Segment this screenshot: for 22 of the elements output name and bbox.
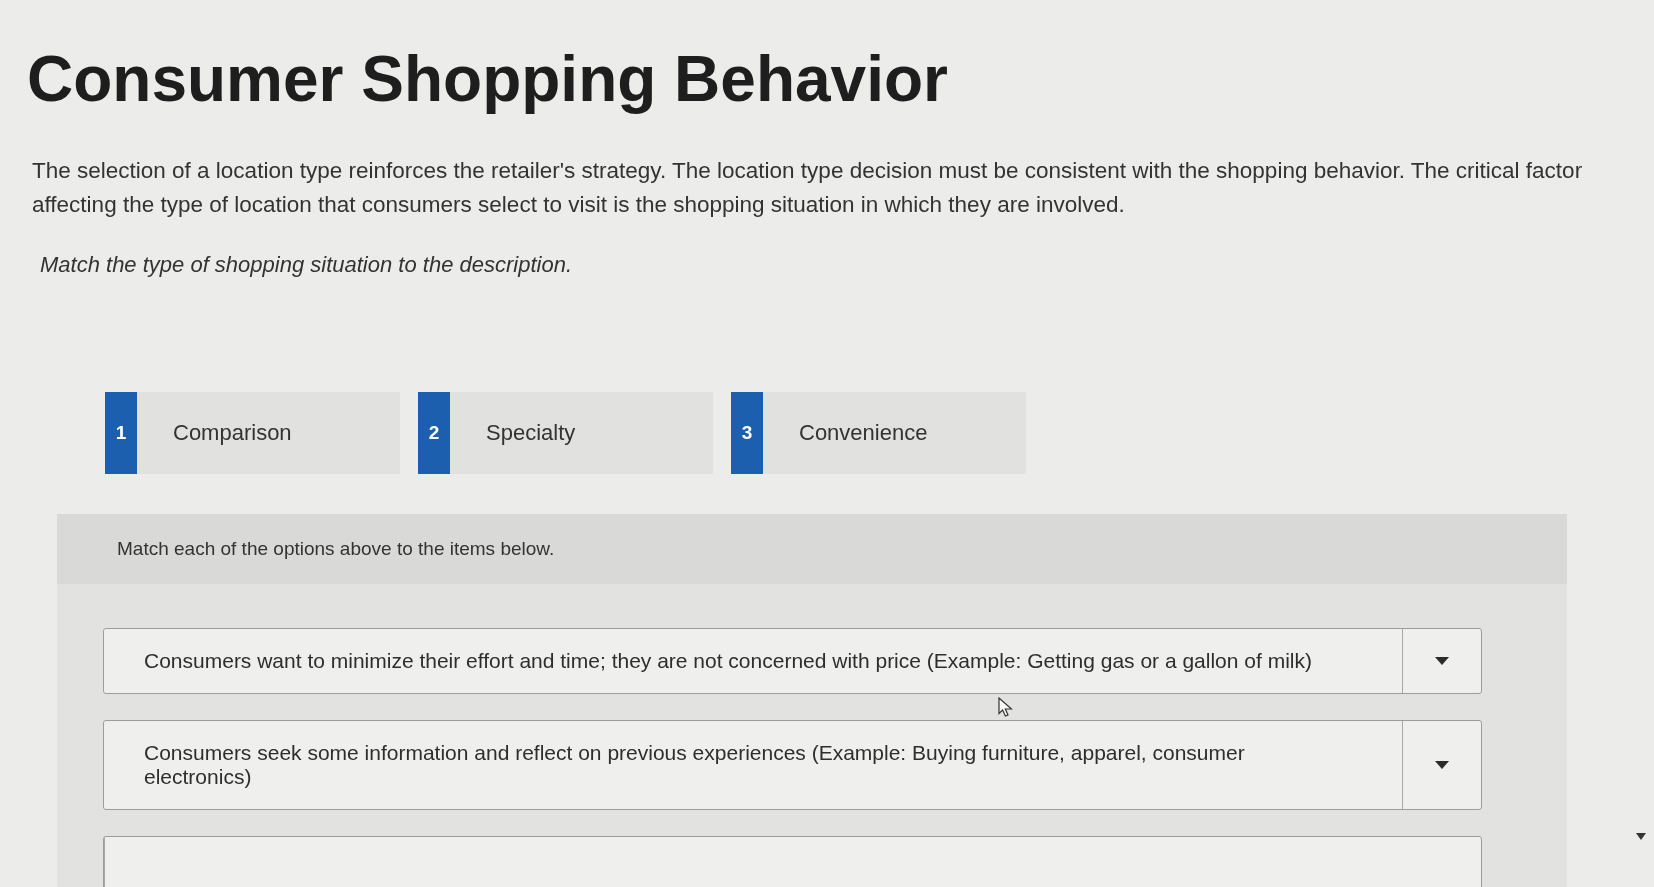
panel-header-text: Match each of the options above to the items below. (117, 538, 555, 560)
option-label: Comparison (173, 420, 292, 446)
draggable-option[interactable]: 1 Comparison (105, 392, 400, 474)
option-number-tab: 1 (105, 392, 137, 474)
option-number-tab: 2 (418, 392, 450, 474)
mouse-pointer-icon (998, 697, 1013, 717)
instruction-text: Match the type of shopping situation to the description. (40, 252, 572, 278)
page-title: Consumer Shopping Behavior (27, 42, 948, 117)
draggable-option[interactable]: 2 Specialty (418, 392, 713, 474)
match-dropdown[interactable] (103, 836, 1482, 887)
caret-down-icon (1435, 657, 1449, 665)
option-label: Specialty (486, 420, 576, 446)
scroll-down-icon (1636, 833, 1646, 840)
dropdown-item-text: Consumers want to minimize their effort and time; they are not concerned with price (Example: Getting gas or a gallon of milk) (143, 648, 1313, 674)
option-number-tab: 3 (731, 392, 763, 474)
option-label: Convenience (799, 420, 928, 446)
draggable-option[interactable]: 3 Convenience (731, 392, 1026, 474)
match-dropdown[interactable]: Consumers want to minimize their effort and time; they are not concerned with price (Example: Getting gas or a gallon of milk) (103, 628, 1482, 694)
match-dropdown[interactable]: Consumers seek some information and reflect on previous experiences (Example: Buying furniture, apparel, consumer electronics) (103, 720, 1482, 810)
dropdown-item-text: Consumers seek some information and reflect on previous experiences (Example: Buying furniture, apparel, consumer electronics) (143, 740, 1246, 790)
caret-down-icon (1435, 761, 1449, 769)
intro-paragraph: The selection of a location type reinforces the retailer's strategy. The location type decision must be consistent with the shopping behavior. The critical factor affecting the type of location that consumers select to visit is the shopping situation in which they are involved. (32, 157, 1584, 219)
